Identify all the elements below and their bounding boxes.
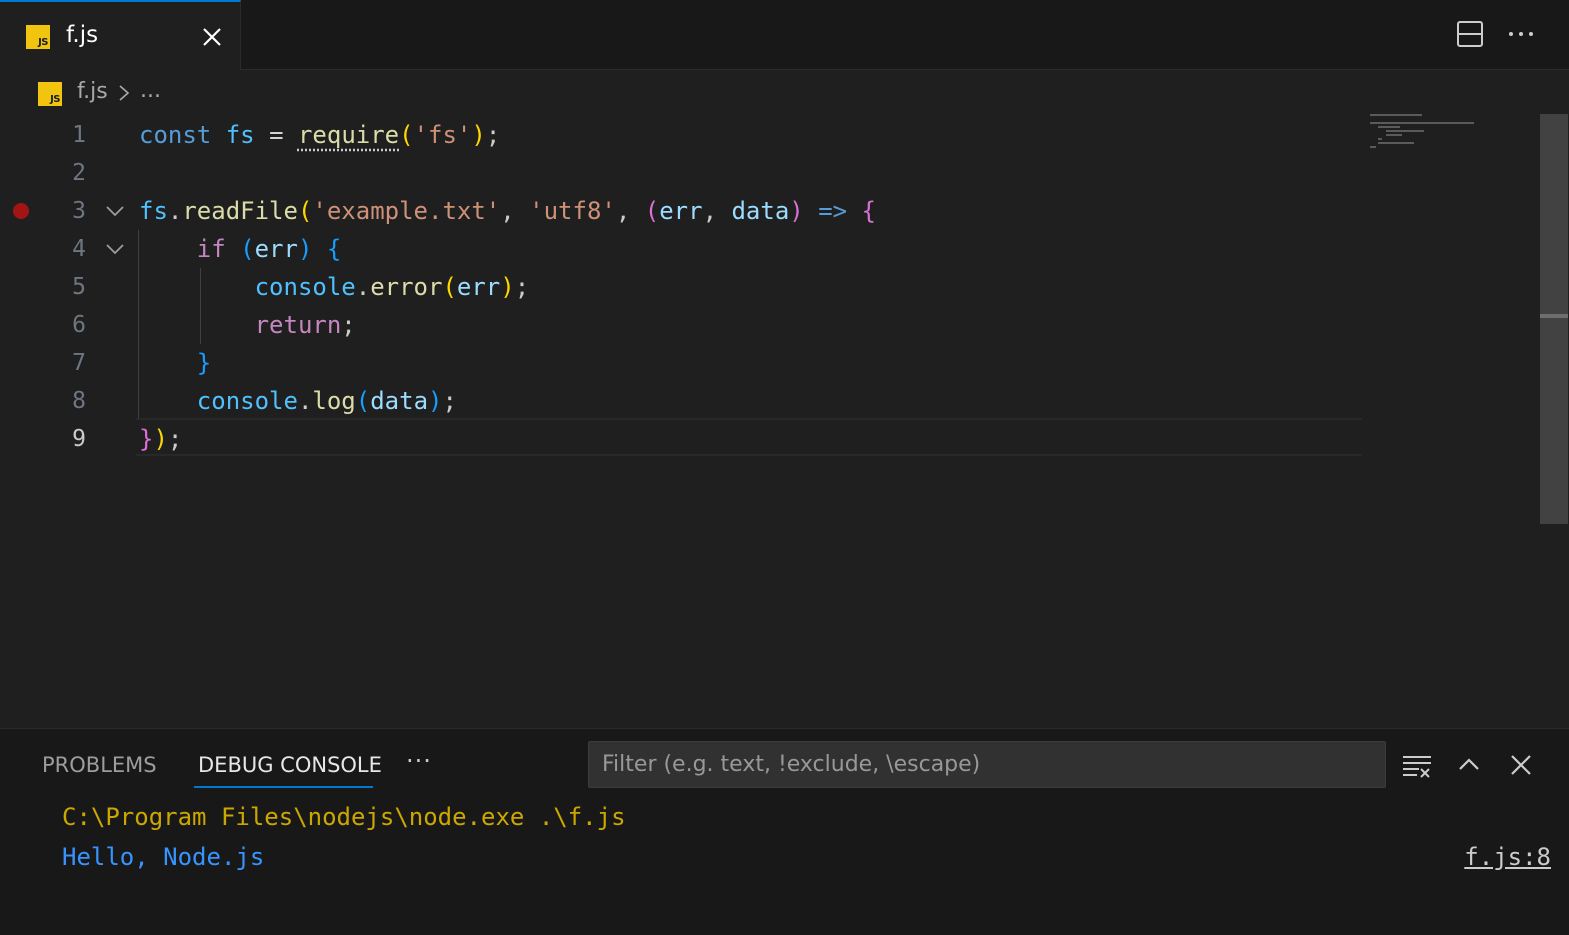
code-text: console.error(err); [254,273,530,301]
more-actions-icon[interactable] [1505,18,1537,50]
clear-console-icon[interactable] [1401,751,1433,783]
minimap[interactable] [1370,114,1480,154]
code-text: } [196,349,212,377]
debug-filter-input[interactable] [588,741,1386,788]
console-output-command: C:\Program Files\nodejs\node.exe .\f.js [62,803,626,831]
code-text: return; [254,311,356,339]
breadcrumb-symbols[interactable]: ... [140,78,161,103]
line-number: 2 [72,160,86,186]
bottom-panel: PROBLEMS DEBUG CONSOLE ··· C:\Program Fi… [0,728,1569,935]
chevron-down-icon[interactable] [104,202,126,220]
js-file-icon: JS [38,82,62,106]
code-text: console.log(data); [196,387,457,415]
line-number: 7 [72,350,86,376]
code-editor[interactable]: 1 const fs = require('fs'); 2 3 fs.readF… [0,116,1540,728]
tab-label: f.js [66,22,99,48]
code-line-1: 1 const fs = require('fs'); [0,116,1540,154]
more-views-icon[interactable]: ··· [406,747,432,775]
source-location-link[interactable]: f.js:8 [1464,843,1551,871]
active-tab-indicator [194,786,373,788]
tab-f-js[interactable]: JS f.js [0,0,241,70]
editor-tab-bar: JS f.js [0,0,1569,70]
line-number: 6 [72,312,86,338]
line-number: 8 [72,388,86,414]
code-text: }); [139,425,183,453]
code-line-2: 2 [0,154,1540,192]
close-panel-icon[interactable] [1505,749,1537,781]
code-line-5: 5 console.error(err); [0,268,1540,306]
breadcrumb-file[interactable]: f.js [77,79,108,104]
scrollbar-cursor-marker [1540,314,1568,318]
tab-problems[interactable]: PROBLEMS [42,753,157,777]
code-line-3: 3 fs.readFile('example.txt', 'utf8', (er… [0,192,1540,230]
line-number: 4 [72,236,86,262]
line-number: 3 [72,198,86,224]
code-text: const fs = require('fs'); [139,121,501,149]
chevron-up-icon[interactable] [1453,749,1485,781]
line-number: 9 [72,426,86,452]
code-text: if (err) { [196,235,342,263]
code-line-4: 4 if (err) { [0,230,1540,268]
code-line-9: 9 }); [0,420,1540,458]
editor-scrollbar[interactable] [1540,114,1568,524]
line-number: 5 [72,274,86,300]
split-editor-icon[interactable] [1454,18,1486,50]
console-output-message: Hello, Node.js [62,843,265,871]
code-line-7: 7 } [0,344,1540,382]
tab-debug-console[interactable]: DEBUG CONSOLE [198,753,382,777]
js-file-icon: JS [26,25,50,49]
chevron-down-icon[interactable] [104,240,126,258]
close-icon[interactable] [200,25,224,49]
code-line-6: 6 return; [0,306,1540,344]
breadcrumb: JS f.js ... [0,70,1540,116]
code-line-8: 8 console.log(data); [0,382,1540,420]
line-number: 1 [72,122,86,148]
chevron-right-icon [119,85,130,101]
code-text: fs.readFile('example.txt', 'utf8', (err,… [139,197,876,225]
